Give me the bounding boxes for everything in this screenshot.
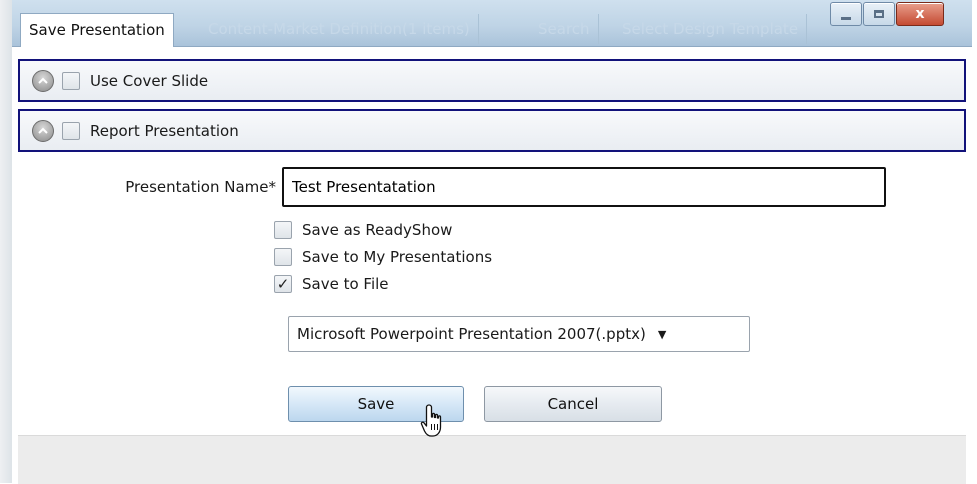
background-window-edge bbox=[0, 0, 12, 483]
presentation-name-label: Presentation Name* bbox=[125, 178, 276, 196]
option-save-to-my-presentations[interactable]: Save to My Presentations bbox=[274, 248, 492, 266]
cancel-button[interactable]: Cancel bbox=[484, 386, 662, 422]
collapse-expander-icon[interactable] bbox=[32, 69, 54, 92]
close-button[interactable]: x bbox=[896, 2, 944, 26]
save-to-my-presentations-checkbox[interactable] bbox=[274, 248, 292, 266]
title-bar: Save Presentation Content-Market Definit… bbox=[12, 0, 972, 47]
tab-select-design-template[interactable]: Select Design Template bbox=[614, 14, 808, 44]
tab-content-market-definition[interactable]: Content-Market Definition(1 items) bbox=[200, 14, 479, 44]
dropdown-arrow-icon: ▼ bbox=[657, 327, 667, 341]
close-icon: x bbox=[915, 6, 925, 22]
option-label: Save to File bbox=[302, 275, 389, 293]
section-use-cover-slide[interactable]: Use Cover Slide bbox=[18, 59, 966, 102]
save-presentation-window: Save Presentation Content-Market Definit… bbox=[12, 0, 972, 484]
maximize-button[interactable] bbox=[863, 2, 895, 26]
tab-save-presentation[interactable]: Save Presentation bbox=[20, 13, 174, 47]
file-format-dropdown[interactable]: Microsoft Powerpoint Presentation 2007(.… bbox=[288, 316, 750, 352]
hand-cursor-icon bbox=[420, 404, 442, 437]
option-save-as-readyshow[interactable]: Save as ReadyShow bbox=[274, 221, 452, 239]
presentation-name-input[interactable] bbox=[282, 167, 886, 207]
footer-panel bbox=[18, 435, 966, 484]
save-as-readyshow-checkbox[interactable] bbox=[274, 221, 292, 239]
option-label: Save to My Presentations bbox=[302, 248, 493, 266]
section-label: Report Presentation bbox=[90, 121, 239, 140]
save-to-file-checkbox[interactable]: ✓ bbox=[274, 275, 292, 293]
maximize-icon bbox=[874, 10, 884, 18]
collapse-expander-icon[interactable] bbox=[32, 119, 54, 142]
tab-search[interactable]: Search bbox=[530, 14, 599, 44]
minimize-icon bbox=[841, 16, 851, 20]
minimize-button[interactable] bbox=[830, 2, 862, 26]
section-report-presentation[interactable]: Report Presentation bbox=[18, 109, 966, 152]
file-format-selected: Microsoft Powerpoint Presentation 2007(.… bbox=[297, 325, 646, 343]
report-presentation-checkbox[interactable] bbox=[62, 121, 80, 140]
use-cover-slide-checkbox[interactable] bbox=[62, 71, 80, 90]
content-area: Use Cover Slide Report Presentation Pres… bbox=[12, 47, 972, 484]
option-save-to-file[interactable]: ✓ Save to File bbox=[274, 275, 389, 293]
section-label: Use Cover Slide bbox=[90, 71, 209, 90]
option-label: Save as ReadyShow bbox=[302, 221, 453, 239]
